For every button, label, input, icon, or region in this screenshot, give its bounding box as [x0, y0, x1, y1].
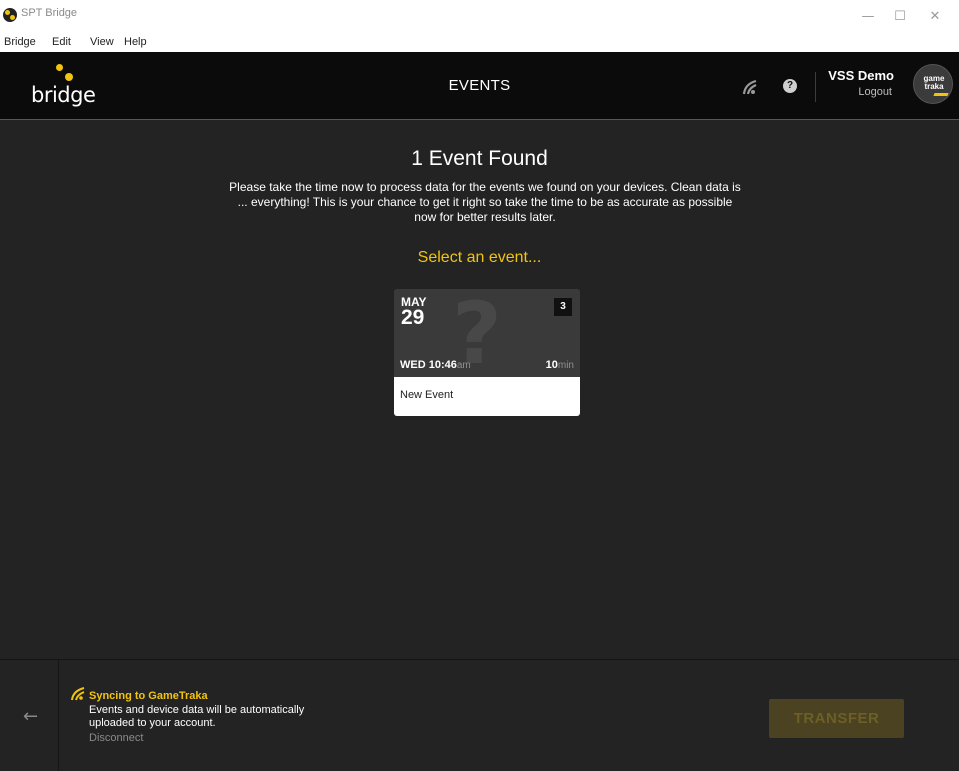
event-duration-unit: min — [557, 360, 574, 371]
main-content: 1 Event Found Please take the time now t… — [0, 121, 959, 659]
minimize-button[interactable]: — — [853, 0, 883, 32]
sync-status-title: Syncing to GameTraka — [89, 690, 208, 702]
transfer-button[interactable]: TRANSFER — [769, 699, 904, 738]
event-weekday-time: WED 10:46 — [400, 359, 457, 371]
close-button[interactable]: ✕ — [920, 0, 950, 32]
sync-icon — [71, 687, 85, 701]
sync-status-description: Events and device data will be automatic… — [89, 704, 305, 729]
maximize-button[interactable]: ☐ — [885, 0, 915, 32]
avatar-stripe — [933, 93, 949, 96]
logout-link[interactable]: Logout — [858, 86, 892, 98]
app-header: bridge EVENTS ? VSS Demo Logout game tra… — [0, 52, 959, 120]
avatar-text-line2: traka — [924, 82, 944, 91]
avatar-text: game traka — [914, 75, 952, 91]
app-logo-icon — [3, 8, 17, 22]
event-card-header: ? MAY 29 3 WED 10:46am 10min — [394, 289, 580, 377]
event-duration: 10min — [546, 359, 574, 371]
sync-icon[interactable] — [742, 79, 760, 95]
event-name: New Event — [400, 389, 454, 401]
disconnect-link[interactable]: Disconnect — [89, 732, 143, 744]
back-button[interactable]: ← — [0, 660, 59, 771]
event-duration-value: 10 — [545, 359, 558, 371]
events-found-heading: 1 Event Found — [411, 147, 548, 170]
instructions-text: Please take the time now to process data… — [229, 180, 741, 224]
event-day: 29 — [401, 306, 425, 329]
menu-bridge[interactable]: Bridge — [4, 36, 36, 48]
header-divider — [815, 72, 816, 102]
help-icon[interactable]: ? — [783, 79, 797, 93]
event-card[interactable]: ? MAY 29 3 WED 10:46am 10min New Event — [394, 289, 580, 416]
select-event-prompt: Select an event... — [417, 249, 542, 266]
user-name: VSS Demo — [828, 68, 894, 83]
menu-edit[interactable]: Edit — [52, 36, 71, 48]
event-ampm: am — [456, 360, 471, 371]
avatar[interactable]: game traka — [913, 64, 953, 104]
window-title-bar: SPT Bridge — ☐ ✕ — [0, 0, 959, 34]
window-title: SPT Bridge — [21, 7, 78, 19]
menu-bar: Bridge Edit View Help — [0, 34, 959, 52]
arrow-left-icon: ← — [23, 706, 39, 727]
event-card-footer: New Event — [394, 377, 580, 416]
footer-bar: ← Syncing to GameTraka Events and device… — [0, 659, 959, 771]
logo-dot-icon — [56, 64, 63, 71]
event-count-badge: 3 — [554, 298, 572, 316]
menu-help[interactable]: Help — [124, 36, 147, 48]
app-window: bridge EVENTS ? VSS Demo Logout game tra… — [0, 52, 959, 771]
event-start-time: WED 10:46am — [400, 359, 471, 371]
menu-view[interactable]: View — [90, 36, 114, 48]
